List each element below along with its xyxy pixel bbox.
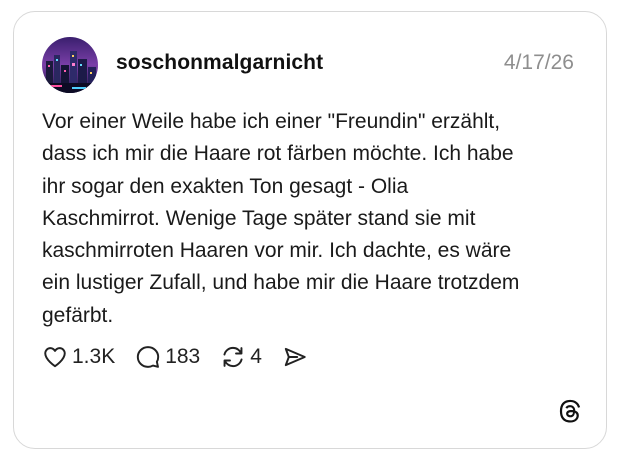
avatar[interactable] <box>42 37 98 93</box>
repost-button[interactable]: 4 <box>220 344 262 370</box>
repost-count: 4 <box>250 345 262 368</box>
like-count: 1.3K <box>72 345 116 368</box>
comment-bubble-icon <box>137 346 160 368</box>
heart-icon <box>44 347 66 368</box>
share-button[interactable] <box>282 344 308 370</box>
repost-icon <box>223 346 243 368</box>
reply-count: 183 <box>165 345 201 368</box>
threads-logo-icon <box>556 398 584 426</box>
post-header: soschonmalgarnicht 4/17/26 <box>42 37 578 93</box>
action-bar: 1.3K 183 4 <box>42 342 328 372</box>
reply-button[interactable]: 183 <box>135 344 200 370</box>
post-card: soschonmalgarnicht 4/17/26 Vor einer Wei… <box>13 11 607 449</box>
username[interactable]: soschonmalgarnicht <box>116 51 323 75</box>
send-icon <box>284 347 306 367</box>
post-date: 4/17/26 <box>503 51 574 74</box>
post-text: Vor einer Weile habe ich einer "Freundin… <box>42 110 520 327</box>
like-button[interactable]: 1.3K <box>42 344 115 370</box>
avatar-cityscape-image <box>42 37 98 93</box>
